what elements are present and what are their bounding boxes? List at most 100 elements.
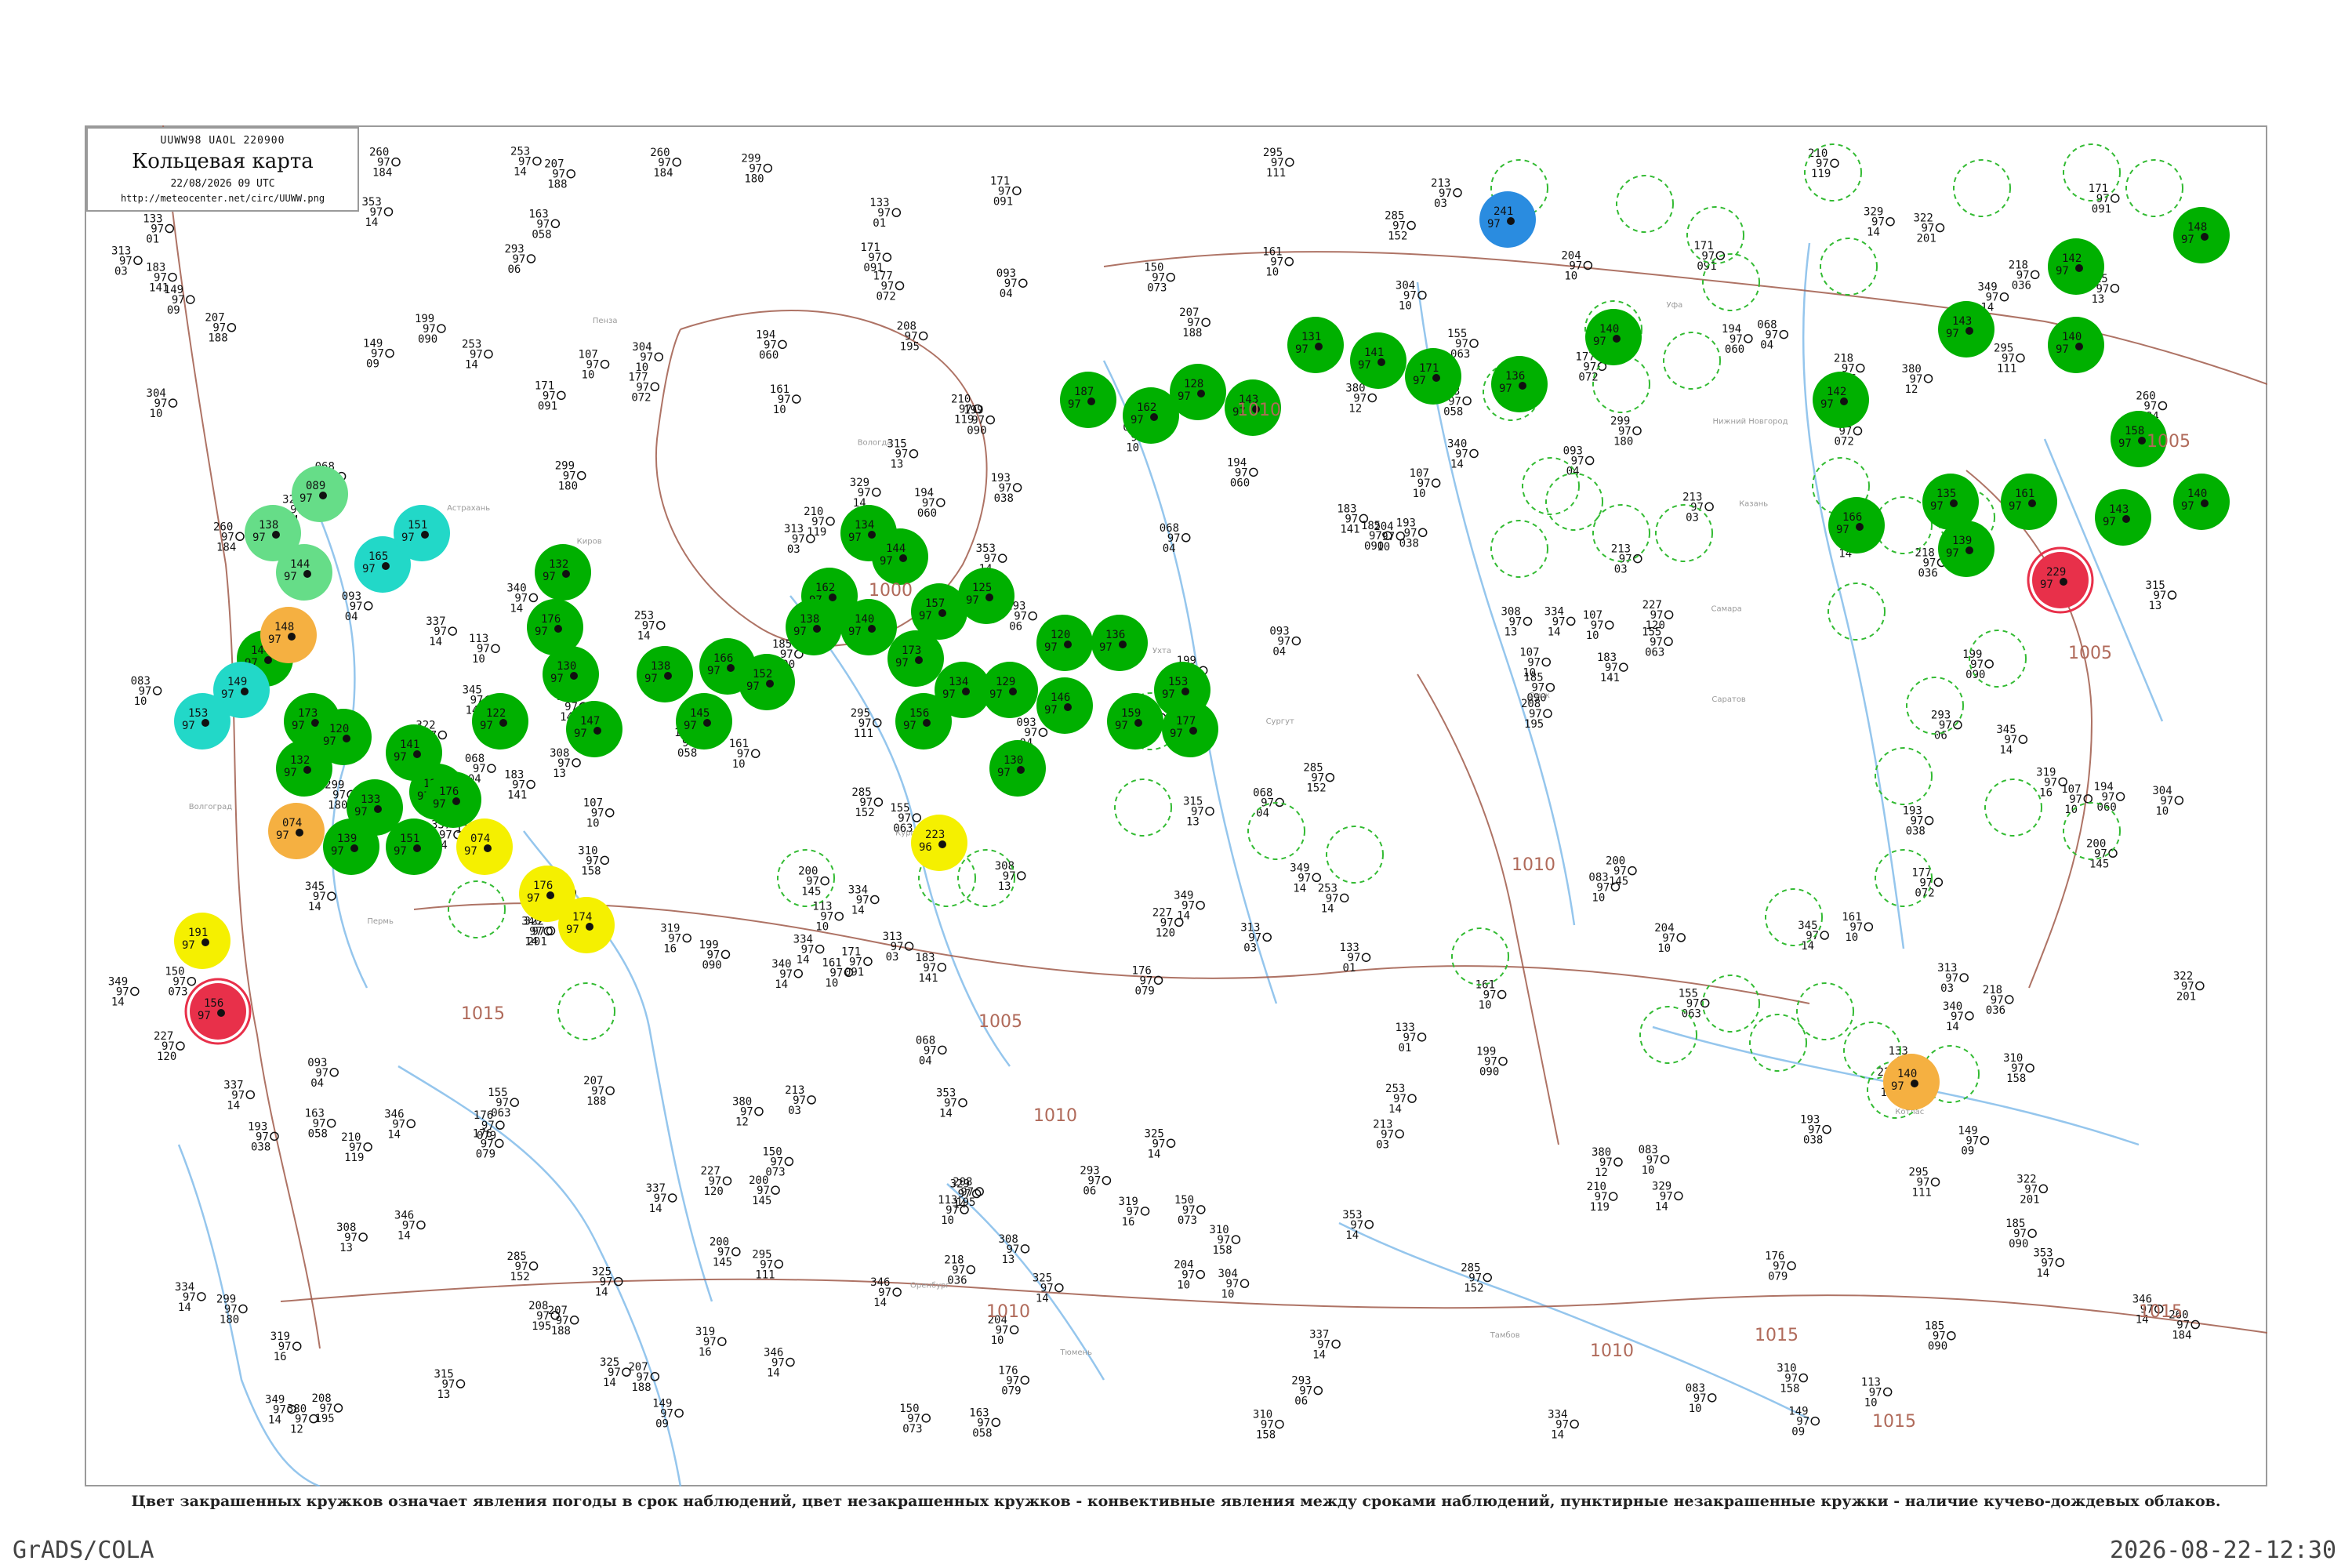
weather-phenomenon-circle[interactable]: 07497 xyxy=(268,803,325,859)
station-plot: 2539714 xyxy=(462,339,493,372)
station-plot: 1499709 xyxy=(1788,1406,1820,1439)
weather-phenomenon-circle[interactable]: 14297 xyxy=(1813,372,1869,428)
station-marker xyxy=(2190,1319,2200,1330)
station-marker xyxy=(499,719,507,727)
weather-phenomenon-circle[interactable]: 22396 xyxy=(911,815,967,871)
station-dewpoint: 073 xyxy=(1178,1214,1197,1227)
map-url[interactable]: http://meteocenter.net/circ/UUWW.png xyxy=(88,193,358,204)
place-name: Волгоград xyxy=(189,803,232,811)
weather-phenomenon-circle[interactable]: 24197 xyxy=(1479,191,1536,248)
phenomenon-pressure: 142 xyxy=(2062,252,2082,265)
station-marker xyxy=(1933,877,1944,887)
weather-phenomenon-circle[interactable]: 13897 xyxy=(245,505,301,561)
weather-phenomenon-circle[interactable]: 17797 xyxy=(1162,701,1218,757)
weather-phenomenon-circle[interactable]: 14897 xyxy=(2173,207,2230,263)
weather-phenomenon-circle[interactable]: 15997 xyxy=(1107,693,1163,750)
weather-phenomenon-circle[interactable]: 13197 xyxy=(1287,317,1344,373)
station-plot: 0689704 xyxy=(916,1034,947,1067)
station-dewpoint: 03 xyxy=(788,1105,801,1117)
station-plot: 20797188 xyxy=(548,1305,579,1338)
weather-phenomenon-circle[interactable]: 15397 xyxy=(174,693,230,750)
weather-phenomenon-circle[interactable]: 12097 xyxy=(1036,615,1093,671)
station-marker xyxy=(1469,339,1479,348)
weather-phenomenon-circle[interactable]: 15297 xyxy=(739,654,795,710)
weather-phenomenon-circle[interactable]: 15197 xyxy=(394,505,450,561)
weather-phenomenon-circle[interactable]: 14897 xyxy=(260,607,317,663)
weather-phenomenon-circle[interactable]: 13997 xyxy=(323,818,379,875)
phenomenon-visibility: 97 xyxy=(1099,641,1112,654)
weather-phenomenon-circle[interactable]: 13297 xyxy=(535,544,591,601)
station-plot: 2939706 xyxy=(1080,1165,1112,1198)
weather-phenomenon-circle[interactable]: 15197 xyxy=(386,818,442,875)
weather-phenomenon-circle[interactable]: 14097 xyxy=(2048,317,2104,373)
weather-phenomenon-circle[interactable]: 14397 xyxy=(2095,489,2151,546)
station-marker xyxy=(1017,766,1025,774)
phenomenon-pressure: 140 xyxy=(2187,488,2207,500)
weather-phenomenon-circle[interactable]: 13897 xyxy=(786,599,842,655)
station-marker xyxy=(484,349,493,359)
weather-phenomenon-circle[interactable]: 14597 xyxy=(676,693,732,750)
weather-phenomenon-circle[interactable]: 22997 xyxy=(2027,546,2094,614)
station-marker xyxy=(1498,1056,1508,1066)
weather-phenomenon-circle[interactable]: 14797 xyxy=(566,701,622,757)
weather-phenomenon-circle[interactable]: 13697 xyxy=(1491,356,1548,412)
weather-phenomenon-circle[interactable]: 17397 xyxy=(887,630,944,687)
station-marker xyxy=(1196,1269,1205,1279)
station-marker xyxy=(766,680,774,688)
weather-phenomenon-circle[interactable]: 13697 xyxy=(1091,615,1148,671)
weather-phenomenon-circle[interactable]: 12997 xyxy=(982,662,1038,718)
weather-phenomenon-circle[interactable]: 16297 xyxy=(1123,387,1179,444)
station-plot: 28597152 xyxy=(507,1250,539,1283)
weather-phenomenon-circle[interactable]: 14097 xyxy=(1883,1054,1940,1110)
weather-phenomenon-circle[interactable]: 14397 xyxy=(1938,301,1994,358)
phenomenon-visibility: 97 xyxy=(323,735,336,748)
station-dewpoint: 152 xyxy=(1388,230,1407,243)
phenomenon-pressure: 134 xyxy=(949,676,968,688)
station-dewpoint: 14 xyxy=(1655,1200,1668,1213)
weather-phenomenon-circle[interactable]: 14197 xyxy=(1350,332,1406,389)
weather-phenomenon-circle[interactable]: 16197 xyxy=(2001,474,2057,530)
weather-phenomenon-circle[interactable]: 13097 xyxy=(989,740,1046,797)
weather-phenomenon-circle[interactable]: 14097 xyxy=(2173,474,2230,530)
phenomenon-pressure: 139 xyxy=(1952,535,1972,547)
station-dewpoint: 14 xyxy=(514,165,527,178)
weather-phenomenon-circle[interactable]: 14297 xyxy=(2048,238,2104,295)
station-marker xyxy=(936,498,946,507)
weather-phenomenon-circle[interactable]: 14697 xyxy=(1036,677,1093,734)
phenomenon-visibility: 97 xyxy=(1930,500,1944,513)
phenomenon-visibility: 97 xyxy=(942,688,956,701)
weather-phenomenon-circle[interactable]: 13097 xyxy=(543,646,599,702)
weather-phenomenon-circle[interactable]: 15697 xyxy=(184,978,252,1045)
weather-phenomenon-circle[interactable]: 18797 xyxy=(1060,372,1116,428)
station-marker xyxy=(1018,278,1028,288)
weather-phenomenon-circle[interactable]: 17697 xyxy=(425,771,481,828)
weather-phenomenon-circle[interactable]: 13897 xyxy=(637,646,693,702)
weather-map[interactable]: 1079710093970413397011499709083971016197… xyxy=(85,125,2267,1486)
weather-phenomenon-circle[interactable]: 08997 xyxy=(292,466,348,522)
phenomenon-visibility: 97 xyxy=(464,845,477,858)
weather-phenomenon-circle[interactable]: 14497 xyxy=(872,528,928,585)
phenomenon-pressure: 241 xyxy=(1494,205,1513,218)
weather-phenomenon-circle[interactable]: 13997 xyxy=(1938,521,1994,577)
station-dewpoint: 038 xyxy=(251,1141,270,1153)
station-marker xyxy=(1523,616,1533,626)
weather-phenomenon-circle[interactable]: 17197 xyxy=(1405,348,1461,405)
weather-phenomenon-circle[interactable]: 14097 xyxy=(1585,309,1642,365)
weather-phenomenon-circle[interactable]: 17497 xyxy=(558,897,615,953)
weather-phenomenon-circle[interactable]: 12297 xyxy=(472,693,528,750)
weather-phenomenon-circle[interactable]: 14097 xyxy=(840,599,897,655)
station-plot: 1079710 xyxy=(1519,646,1551,679)
station-marker xyxy=(528,593,539,603)
station-dewpoint: 13 xyxy=(890,459,903,471)
weather-phenomenon-circle[interactable]: 15697 xyxy=(895,693,952,750)
station-marker xyxy=(495,1120,505,1130)
weather-phenomenon-circle[interactable]: 16697 xyxy=(1828,497,1885,554)
weather-phenomenon-circle[interactable]: 07497 xyxy=(456,818,513,875)
station-plot: 18597090 xyxy=(1925,1320,1956,1353)
weather-phenomenon-circle[interactable]: 12097 xyxy=(315,709,372,765)
phenomenon-pressure: 129 xyxy=(996,676,1015,688)
station-dewpoint: 145 xyxy=(801,886,821,898)
station-marker xyxy=(1676,933,1686,942)
station-marker xyxy=(1628,866,1637,876)
weather-phenomenon-circle[interactable]: 19197 xyxy=(174,913,230,969)
